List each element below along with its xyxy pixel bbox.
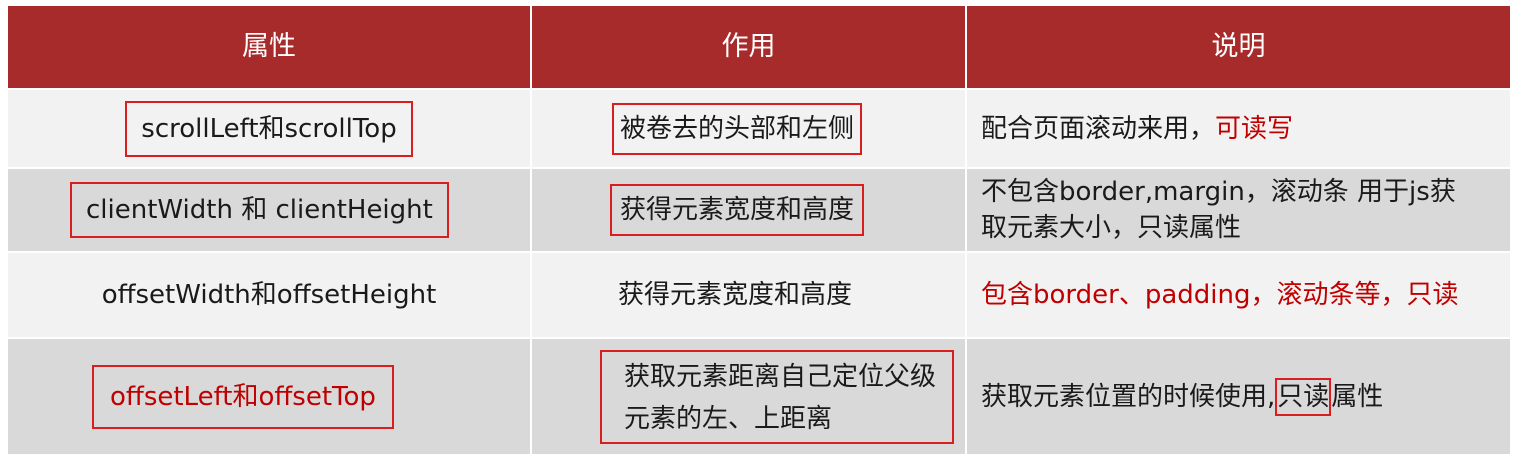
row4-property: offsetLeft和offsetTop [92,364,394,429]
property-table: 属性 作用 说明 scrollLeft和scrollTop 被卷去的头部和左侧 … [8,6,1510,454]
row1-property: scrollLeft和scrollTop [125,100,413,157]
row3-desc: 包含border、padding，滚动条等，只读 [981,280,1459,310]
row4-desc-before: 获取元素位置的时候使用, [981,381,1276,412]
row4-desc: 获取元素位置的时候使用,只读属性 [981,377,1384,416]
row2-effect: 获得元素宽度和高度 [610,184,865,236]
header-description: 说明 [967,6,1510,88]
header-description-label: 说明 [1211,31,1266,62]
row4-effect-cell: 获取元素距离自己定位父级元素的左、上距离 [532,339,965,454]
row4-desc-mark: 只读 [1275,377,1332,416]
row3-property: offsetWidth和offsetHeight [101,280,437,310]
header-property-label: 属性 [242,31,296,62]
row4-effect: 获取元素距离自己定位父级元素的左、上距离 [600,349,954,444]
row3-property-cell: offsetWidth和offsetHeight [8,253,530,337]
row3-effect-cell: 获得元素宽度和高度 [532,253,965,337]
row3-desc-cell: 包含border、padding，滚动条等，只读 [967,253,1510,337]
row2-property-cell: clientWidth 和 clientHeight [8,169,530,251]
row2-effect-cell: 获得元素宽度和高度 [532,169,965,251]
row3-effect: 获得元素宽度和高度 [618,280,853,310]
row1-desc-red: 可读写 [1215,113,1294,144]
header-effect: 作用 [532,6,965,88]
header-effect-label: 作用 [721,31,776,62]
row1-desc-cell: 配合页面滚动来用，可读写 [967,90,1510,167]
row1-effect-cell: 被卷去的头部和左侧 [532,90,965,167]
row1-desc-plain: 配合页面滚动来用， [981,113,1216,144]
row2-property: clientWidth 和 clientHeight [70,182,449,238]
row1-effect: 被卷去的头部和左侧 [612,102,863,155]
row1-desc: 配合页面滚动来用，可读写 [981,111,1293,147]
row1-property-cell: scrollLeft和scrollTop [8,90,530,167]
row2-desc-cell: 不包含border,margin，滚动条 用于js获取元素大小，只读属性 [967,169,1510,251]
row4-desc-after: 属性 [1331,381,1384,412]
row2-desc: 不包含border,margin，滚动条 用于js获取元素大小，只读属性 [981,177,1456,243]
row4-property-cell: offsetLeft和offsetTop [8,339,530,454]
header-property: 属性 [8,6,530,88]
row4-desc-cell: 获取元素位置的时候使用,只读属性 [967,339,1510,454]
